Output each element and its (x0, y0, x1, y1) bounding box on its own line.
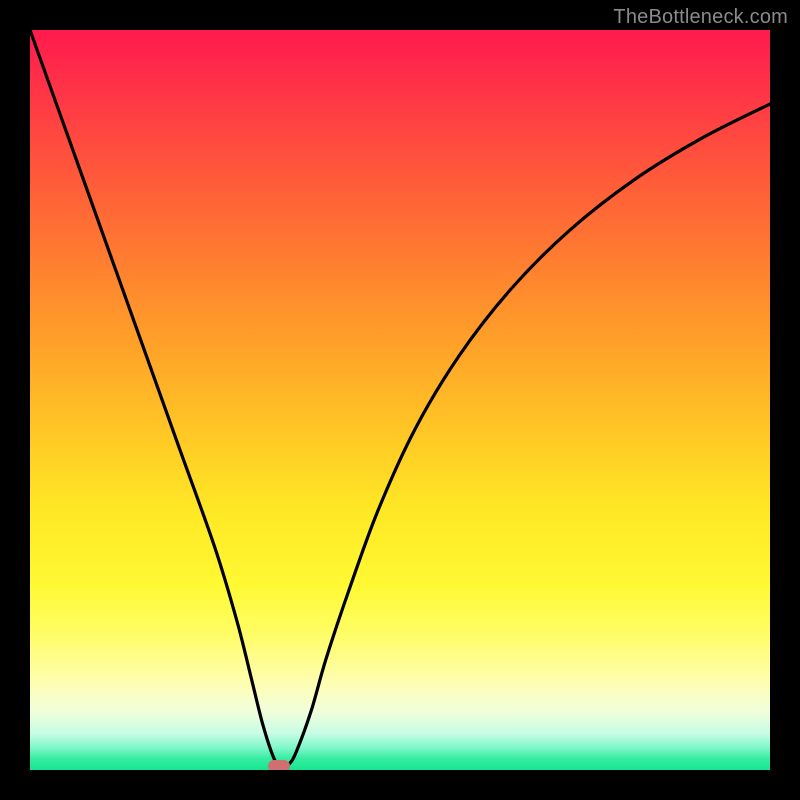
curve-layer (30, 30, 770, 770)
watermark-text: TheBottleneck.com (613, 6, 788, 29)
bottleneck-chart: TheBottleneck.com (0, 0, 800, 800)
optimal-point-marker (268, 760, 290, 770)
bottleneck-curve (30, 30, 770, 767)
plot-area (30, 30, 770, 770)
